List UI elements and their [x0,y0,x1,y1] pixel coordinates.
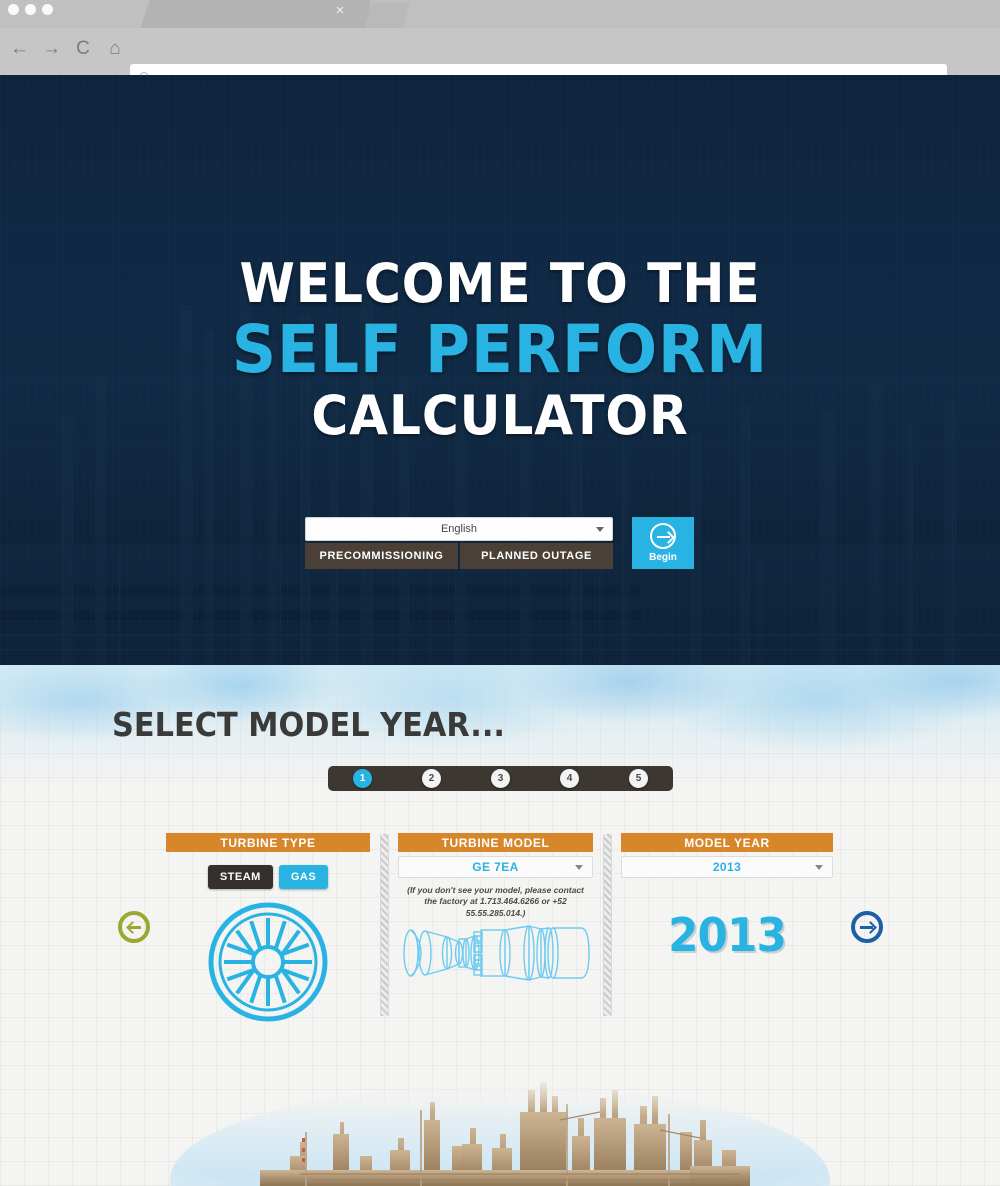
reload-icon[interactable]: C [74,38,92,60]
arrow-left-head [126,921,139,934]
browser-chrome: × ← → C ⌂ [0,0,1000,93]
turbine-model-header: TURBINE MODEL [398,833,593,852]
model-year-value: 2013 [712,860,742,874]
turbine-model-value: GE 7EA [472,860,519,874]
model-year-display: 2013 [668,908,787,962]
browser-window: × ← → C ⌂ WELCOME TO THE SELF PERFORM CA… [0,0,1000,1186]
refinery-photo [0,1060,1000,1186]
chevron-down-icon [596,527,604,532]
step-4-dot: 4 [560,769,579,788]
step-3[interactable]: 3 [466,769,535,788]
begin-button[interactable]: Begin [632,517,694,569]
chevron-down-icon [815,865,823,870]
maximize-window-button[interactable] [42,4,53,15]
browser-titlebar: × [0,0,1000,28]
back-icon[interactable]: ← [10,38,29,60]
turbine-type-panel: TURBINE TYPE STEAM GAS [166,833,370,889]
minimize-window-button[interactable] [25,4,36,15]
close-window-button[interactable] [8,4,19,15]
tab-close-icon[interactable]: × [333,3,347,18]
turbine-model-select[interactable]: GE 7EA [398,856,593,878]
hero-controls: English PRECOMMISSIONING PLANNED OUTAGE … [305,517,695,573]
new-tab-button[interactable] [365,3,410,28]
hero-section: WELCOME TO THE SELF PERFORM CALCULATOR E… [0,75,1000,665]
turbine-fan-icon [208,902,328,1022]
step-5-dot: 5 [629,769,648,788]
step-4[interactable]: 4 [535,769,604,788]
forward-icon[interactable]: → [42,38,61,60]
arrow-right-head [864,921,877,934]
planned-outage-button[interactable]: PLANNED OUTAGE [460,543,613,569]
browser-nav-buttons: ← → C ⌂ [10,38,124,60]
step-2-dot: 2 [422,769,441,788]
model-year-panel: MODEL YEAR 2013 [621,833,833,878]
step-5[interactable]: 5 [604,769,673,788]
language-select-value: English [440,523,478,535]
step-indicator: 1 2 3 4 5 [328,766,673,791]
turbine-type-gas-button[interactable]: GAS [278,865,329,889]
next-step-button[interactable] [851,911,883,943]
turbine-model-panel: TURBINE MODEL GE 7EA (If you don't see y… [398,833,593,919]
precommissioning-button[interactable]: PRECOMMISSIONING [305,543,458,569]
window-controls[interactable] [8,4,53,15]
begin-button-label: Begin [649,552,677,563]
arrow-right-circle-icon [650,523,676,549]
panel-divider-right [603,834,612,1016]
step-2[interactable]: 2 [397,769,466,788]
turbine-type-toggle-group: STEAM GAS [166,865,370,889]
language-select[interactable]: English [305,517,613,541]
hero-title-line-3: CALCULATOR [311,384,689,447]
step-1-dot: 1 [353,769,372,788]
chevron-down-icon [575,865,583,870]
turbine-type-header: TURBINE TYPE [166,833,370,852]
panel-divider-left [380,834,389,1016]
page-title: SELECT MODEL YEAR... [112,705,505,744]
hero-title-line-1: WELCOME TO THE [239,252,761,315]
hero-title: WELCOME TO THE SELF PERFORM CALCULATOR [0,257,1000,443]
model-year-select[interactable]: 2013 [621,856,833,878]
turbine-type-steam-button[interactable]: STEAM [207,865,273,889]
gas-turbine-cutaway-icon [403,925,590,981]
browser-toolbar: ← → C ⌂ [0,28,1000,93]
step-1[interactable]: 1 [328,769,397,788]
mode-button-group: PRECOMMISSIONING PLANNED OUTAGE [305,543,613,569]
hero-title-line-2: SELF PERFORM [231,311,769,388]
previous-step-button[interactable] [118,911,150,943]
home-icon[interactable]: ⌂ [106,38,124,60]
step-3-dot: 3 [491,769,510,788]
model-year-header: MODEL YEAR [621,833,833,852]
